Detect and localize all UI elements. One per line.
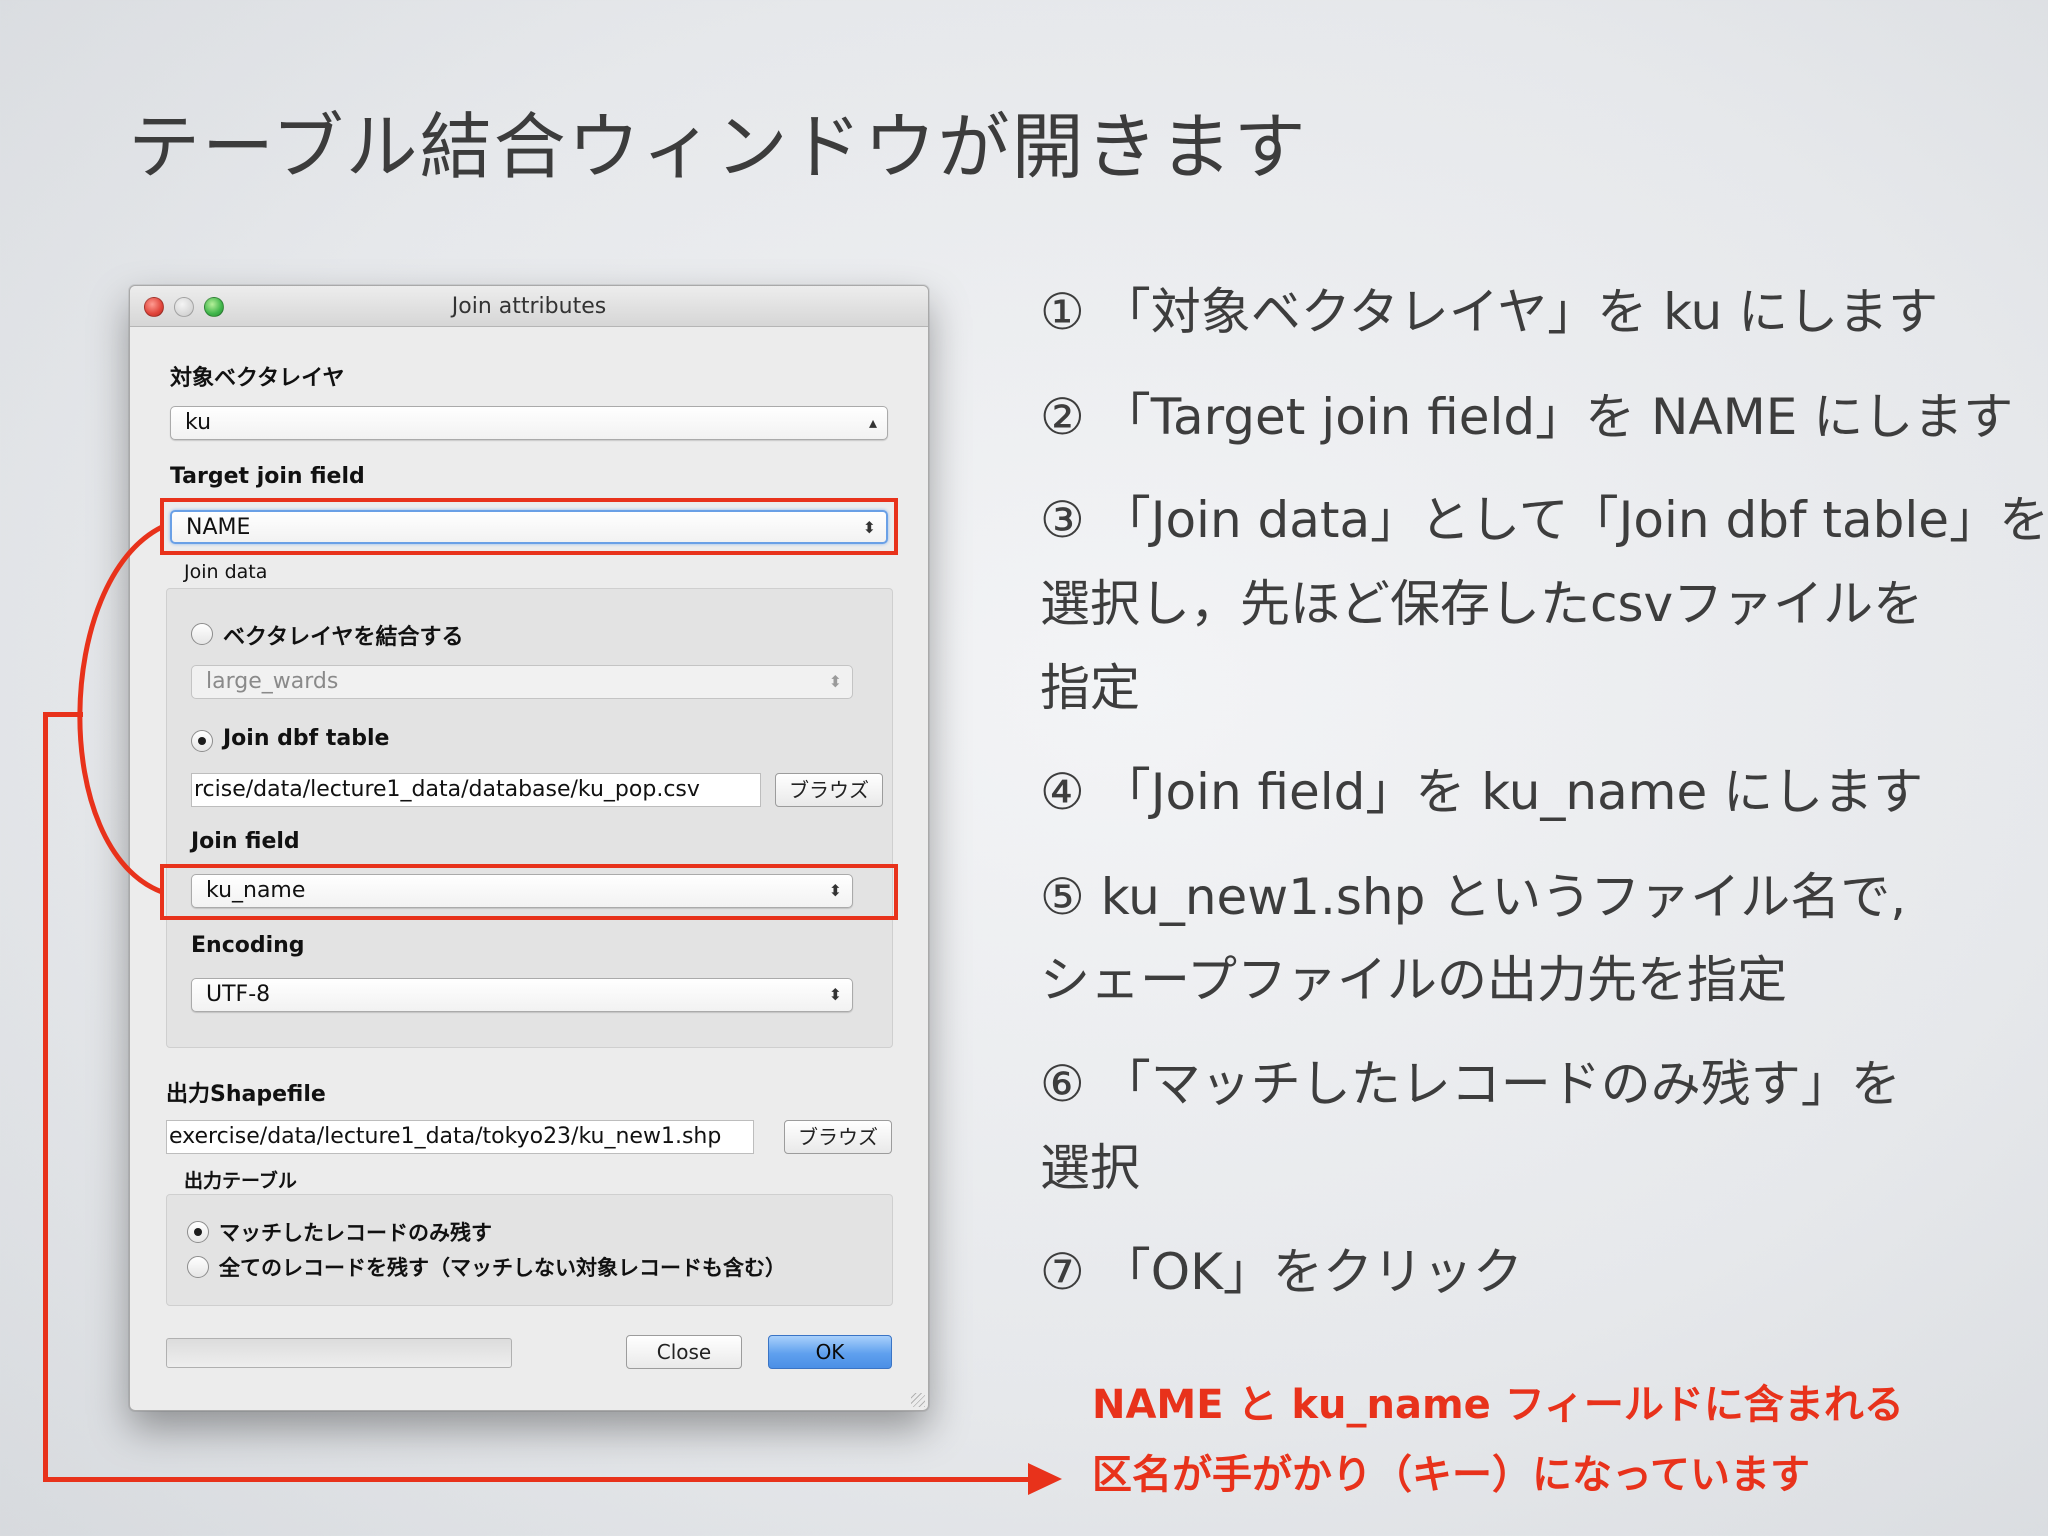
instruction-step-7: ⑦ 「OK」をクリック xyxy=(1040,1243,1523,1301)
bottom-horizontal-line xyxy=(43,1477,1033,1482)
key-note-line-1: NAME と ku_name フィールドに含まれる xyxy=(1092,1382,1904,1428)
instruction-step-3-cont2: 指定 xyxy=(1040,659,1140,717)
instruction-step-5-cont: シェープファイルの出力先を指定 xyxy=(1040,951,1787,1009)
instruction-step-3-cont: 選択し，先ほど保存したcsvファイルを xyxy=(1040,575,1924,633)
arrow-head-icon xyxy=(1028,1463,1062,1495)
instruction-step-3: ③ 「Join data」として「Join dbf table」を xyxy=(1040,491,2048,549)
instruction-step-6-cont: 選択 xyxy=(1040,1139,1140,1197)
left-vertical-line xyxy=(43,712,48,1482)
instruction-step-6: ⑥ 「マッチしたレコードのみ残す」を xyxy=(1040,1055,1901,1113)
instruction-step-1: ① 「対象ベクタレイヤ」を ku にします xyxy=(1040,283,1939,341)
bracket-connector-line xyxy=(45,712,83,717)
key-note-line-2: 区名が手がかり（キー）になっています xyxy=(1092,1452,1810,1498)
instruction-step-2: ② 「Target join field」を NAME にします xyxy=(1040,388,2014,446)
instruction-step-4: ④ 「Join field」を ku_name にします xyxy=(1040,763,1924,821)
bracket-curve xyxy=(77,524,164,895)
instruction-step-5: ⑤ ku_new1.shp というファイル名で, xyxy=(1040,868,1907,926)
